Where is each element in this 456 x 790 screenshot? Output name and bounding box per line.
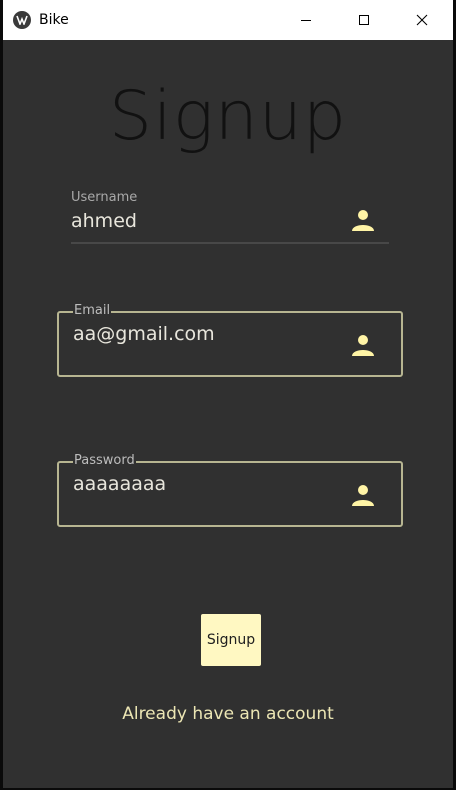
password-label: Password — [73, 453, 136, 469]
app-logo-icon — [13, 11, 31, 29]
username-label: Username — [71, 190, 138, 205]
email-field[interactable]: Email aa@gmail.com — [57, 303, 403, 377]
title-bar[interactable]: Bike — [3, 0, 453, 40]
maximize-button[interactable] — [341, 0, 387, 40]
signup-button[interactable]: Signup — [201, 614, 261, 666]
person-icon — [351, 208, 375, 236]
person-icon — [351, 333, 375, 361]
page-title: Signup — [108, 77, 348, 156]
username-input[interactable]: ahmed — [71, 210, 137, 232]
login-link[interactable]: Already have an account — [3, 704, 453, 724]
close-button[interactable] — [399, 0, 445, 40]
app-window: Bike Signup Username ahmed Email aa@gmai… — [0, 0, 456, 790]
close-icon — [416, 14, 428, 26]
person-icon — [351, 483, 375, 511]
username-underline — [71, 242, 389, 244]
password-input[interactable]: aaaaaaaa — [73, 473, 166, 495]
window-title: Bike — [39, 12, 69, 28]
email-input[interactable]: aa@gmail.com — [73, 323, 215, 345]
minimize-icon — [301, 20, 311, 21]
minimize-button[interactable] — [283, 0, 329, 40]
maximize-icon — [359, 15, 369, 25]
username-field[interactable]: Username ahmed — [71, 188, 389, 244]
password-field[interactable]: Password aaaaaaaa — [57, 453, 403, 527]
email-label: Email — [73, 303, 112, 319]
